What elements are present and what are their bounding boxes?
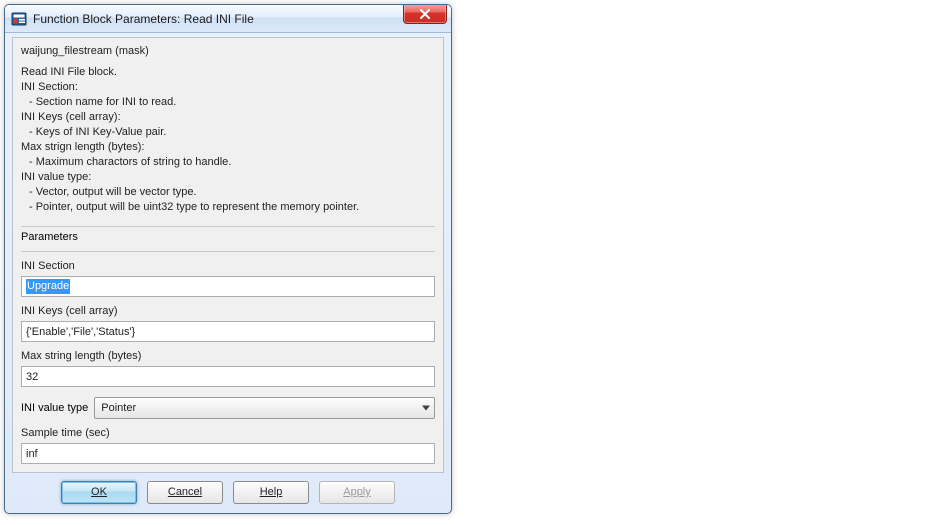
button-row: OK Cancel Help Apply xyxy=(12,477,444,507)
divider xyxy=(21,226,435,227)
titlebar[interactable]: Function Block Parameters: Read INI File xyxy=(5,5,451,33)
desc-line: Max strign length (bytes): xyxy=(21,140,435,155)
ini-section-label: INI Section xyxy=(21,260,435,272)
value-type-label: INI value type xyxy=(21,402,88,414)
sample-time-input[interactable] xyxy=(21,443,435,464)
parameters-panel: Parameters INI Section Upgrade INI Keys … xyxy=(13,218,443,472)
app-icon xyxy=(11,11,27,27)
desc-line: INI Keys (cell array): xyxy=(21,110,435,125)
ini-section-input[interactable] xyxy=(21,276,435,297)
close-button[interactable] xyxy=(403,4,447,24)
desc-line: - Maximum charactors of string to handle… xyxy=(21,155,435,170)
cancel-button[interactable]: Cancel xyxy=(147,481,223,504)
ok-button[interactable]: OK xyxy=(61,481,137,504)
ini-keys-input[interactable] xyxy=(21,321,435,342)
desc-line: Read INI File block. xyxy=(21,65,435,80)
desc-line: - Vector, output will be vector type. xyxy=(21,185,435,200)
desc-line: - Section name for INI to read. xyxy=(21,95,435,110)
max-length-label: Max string length (bytes) xyxy=(21,350,435,362)
chevron-down-icon xyxy=(422,406,430,411)
desc-line: INI value type: xyxy=(21,170,435,185)
ok-button-label: OK xyxy=(91,486,107,498)
desc-line: - Keys of INI Key-Value pair. xyxy=(21,125,435,140)
apply-button-label: Apply xyxy=(343,486,371,498)
mask-name: waijung_filestream (mask) xyxy=(21,44,435,59)
description-box: waijung_filestream (mask) Read INI File … xyxy=(13,38,443,217)
help-button-label: Help xyxy=(260,486,283,498)
value-type-combobox[interactable]: Pointer xyxy=(94,397,435,419)
ini-keys-label: INI Keys (cell array) xyxy=(21,305,435,317)
sample-time-label: Sample time (sec) xyxy=(21,427,435,439)
desc-line: - Pointer, output will be uint32 type to… xyxy=(21,200,435,215)
desc-line: INI Section: xyxy=(21,80,435,95)
value-type-selected: Pointer xyxy=(101,402,136,414)
cancel-button-label: Cancel xyxy=(168,486,202,498)
max-length-input[interactable] xyxy=(21,366,435,387)
apply-button[interactable]: Apply xyxy=(319,481,395,504)
parameters-heading: Parameters xyxy=(21,229,435,247)
client-area: waijung_filestream (mask) Read INI File … xyxy=(12,37,444,473)
divider xyxy=(21,251,435,252)
help-button[interactable]: Help xyxy=(233,481,309,504)
window-title: Function Block Parameters: Read INI File xyxy=(33,12,451,26)
dialog-window: Function Block Parameters: Read INI File… xyxy=(4,4,452,514)
